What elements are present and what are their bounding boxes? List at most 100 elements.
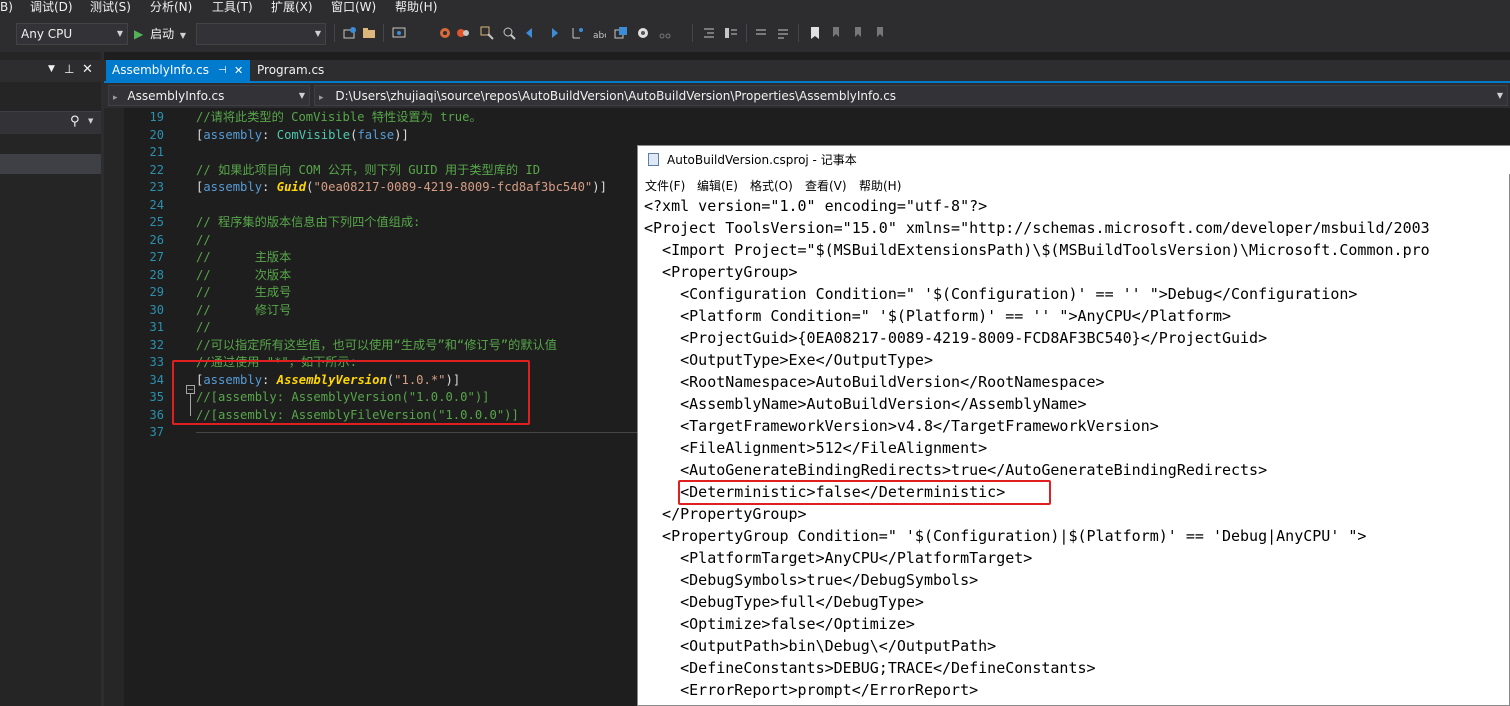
line-number: 36: [149, 407, 164, 422]
code-token: // 如果此项目向 COM 公开，则下列 GUID 用于类型库的 ID: [196, 162, 541, 177]
code-token: :: [262, 127, 277, 142]
code-line: // 程序集的版本信息由下列四个值组成:: [196, 214, 420, 231]
tab-assemblyinfo[interactable]: AssemblyInfo.cs ⊣ ✕: [106, 60, 250, 81]
breakpoint-icon[interactable]: [456, 25, 470, 39]
next-bookmark-icon[interactable]: [852, 25, 866, 39]
menu-item-debug[interactable]: 调试(D): [30, 0, 73, 15]
code-token: //请将此类型的 ComVisible 特性设置为 true。: [196, 110, 482, 124]
paint-icon[interactable]: [636, 25, 650, 39]
notepad-menu-edit[interactable]: 编辑(E): [697, 177, 738, 194]
code-token: ComVisible: [276, 127, 351, 142]
code-token: // 次版本: [196, 267, 292, 282]
notepad-text-line: <RootNamespace>AutoBuildVersion</RootNam…: [644, 373, 1105, 391]
notepad-window: AutoBuildVersion.csproj - 记事本 文件(F) 编辑(E…: [637, 145, 1510, 706]
copy-icon[interactable]: [614, 25, 628, 39]
highlight-box-assembly-version: [172, 360, 530, 425]
code-line: //: [196, 232, 211, 249]
navigate-forward-icon[interactable]: [546, 25, 560, 39]
notepad-text-line: <PropertyGroup Condition=" '$(Configurat…: [644, 527, 1367, 545]
code-line: // 主版本: [196, 249, 291, 266]
outdent-icon[interactable]: [724, 25, 738, 39]
menu-item-analyze[interactable]: 分析(N): [150, 0, 192, 15]
notepad-text-line: <OutputType>Exe</OutputType>: [644, 351, 933, 369]
notepad-text-line: <Project ToolsVersion="15.0" xmlns="http…: [644, 219, 1430, 237]
panel-search-box[interactable]: ⚲ ▼: [0, 111, 101, 134]
highlight-box-deterministic: [678, 480, 1051, 505]
play-icon: ▶: [134, 27, 144, 41]
prev-bookmark-icon[interactable]: [830, 25, 844, 39]
notepad-text-line: <PlatformTarget>AnyCPU</PlatformTarget>: [644, 549, 1033, 567]
new-item-icon[interactable]: [342, 25, 356, 39]
close-icon[interactable]: ✕: [234, 60, 243, 81]
notepad-menu-file[interactable]: 文件(F): [645, 177, 685, 194]
chevron-down-icon: ▼: [116, 29, 123, 38]
indent-icon[interactable]: [702, 25, 716, 39]
chevron-down-icon: ▼: [88, 117, 94, 125]
menu-item-help[interactable]: 帮助(H): [395, 0, 437, 15]
code-token: Guid: [276, 180, 307, 194]
step-icon[interactable]: [570, 25, 584, 39]
notepad-text-line: <Platform Condition=" '$(Platform)' == '…: [644, 307, 1231, 325]
menu-item-test[interactable]: 测试(S): [90, 0, 131, 15]
menu-item-extensions[interactable]: 扩展(X): [271, 0, 313, 15]
notepad-text-line: <?xml version="1.0" encoding="utf-8"?>: [644, 197, 988, 215]
code-token: // 程序集的版本信息由下列四个值组成:: [196, 215, 421, 229]
code-line: [assembly: ComVisible(false)]: [196, 127, 409, 144]
navigate-back-icon[interactable]: [524, 25, 538, 39]
notepad-menu-view[interactable]: 查看(V): [805, 177, 847, 194]
notepad-menu-format[interactable]: 格式(O): [750, 177, 793, 194]
menu-item-window[interactable]: 窗口(W): [331, 0, 376, 15]
menu-item-tools[interactable]: 工具(T): [212, 0, 253, 15]
find-icon[interactable]: [480, 25, 494, 40]
line-number: 32: [149, 337, 164, 352]
notepad-text-line: <PropertyGroup>: [644, 263, 798, 281]
line-number: 27: [149, 250, 164, 264]
comment-icon[interactable]: [754, 25, 768, 39]
clear-bookmarks-icon[interactable]: [874, 25, 888, 39]
line-number: 19: [149, 110, 164, 124]
platform-dropdown[interactable]: Any CPU ▼: [16, 23, 128, 45]
notepad-title: AutoBuildVersion.csproj - 记事本: [667, 153, 857, 167]
notepad-text-line: <ErrorReport>prompt</ErrorReport>: [644, 681, 979, 699]
notepad-text-line: </PropertyGroup>: [644, 505, 807, 523]
code-token: :: [262, 180, 277, 194]
code-line: //请将此类型的 ComVisible 特性设置为 true。: [196, 109, 482, 126]
open-folder-icon[interactable]: [362, 25, 376, 39]
line-number: 23: [149, 180, 164, 194]
toolbar-separator: [692, 24, 693, 42]
panel-header: ▼ ⊥ ✕: [0, 60, 101, 82]
search-icon[interactable]: [502, 25, 516, 40]
tab-program[interactable]: Program.cs: [254, 60, 334, 81]
format-icon[interactable]: abc: [592, 25, 609, 41]
line-number: 20: [149, 127, 164, 142]
code-token: // 生成号: [196, 285, 292, 299]
notepad-text-line: <AutoGenerateBindingRedirects>true</Auto…: [644, 461, 1268, 479]
screen-icon[interactable]: [392, 25, 406, 39]
code-line: // 如果此项目向 COM 公开，则下列 GUID 用于类型库的 ID: [196, 162, 540, 179]
line-number: 31: [149, 320, 164, 334]
line-number: 34: [149, 372, 164, 387]
document-tabs: AssemblyInfo.cs ⊣ ✕ Program.cs: [104, 60, 1510, 81]
close-icon[interactable]: ✕: [82, 62, 93, 77]
code-token: //: [196, 232, 211, 247]
line-number: 26: [149, 232, 164, 247]
startup-item-dropdown[interactable]: ▼: [196, 23, 326, 45]
cut-icon[interactable]: [658, 25, 672, 39]
line-number: 24: [149, 197, 164, 212]
notepad-text-line: <FileAlignment>512</FileAlignment>: [644, 439, 988, 457]
pin-icon[interactable]: ⊣: [218, 60, 227, 81]
notepad-menu-help[interactable]: 帮助(H): [859, 177, 901, 194]
start-button[interactable]: ▶ 启动 ▼: [134, 24, 186, 44]
chevron-down-icon[interactable]: ▼: [48, 64, 55, 74]
notepad-text-line: <AssemblyName>AutoBuildVersion</Assembly…: [644, 395, 1087, 413]
file-dropdown[interactable]: ▸ AssemblyInfo.cs ▼: [108, 85, 310, 106]
bookmark-icon[interactable]: [808, 25, 822, 39]
line-number: 33: [149, 355, 164, 369]
gear-icon[interactable]: [438, 25, 452, 39]
menu-item[interactable]: B): [0, 0, 13, 15]
pin-icon[interactable]: ⊥: [64, 62, 74, 76]
selected-tree-item[interactable]: [0, 154, 101, 174]
uncomment-icon[interactable]: [776, 25, 790, 39]
platform-value: Any CPU: [21, 27, 73, 41]
path-dropdown[interactable]: ▸ D:\Users\zhujiaqi\source\repos\AutoBui…: [314, 85, 1508, 106]
